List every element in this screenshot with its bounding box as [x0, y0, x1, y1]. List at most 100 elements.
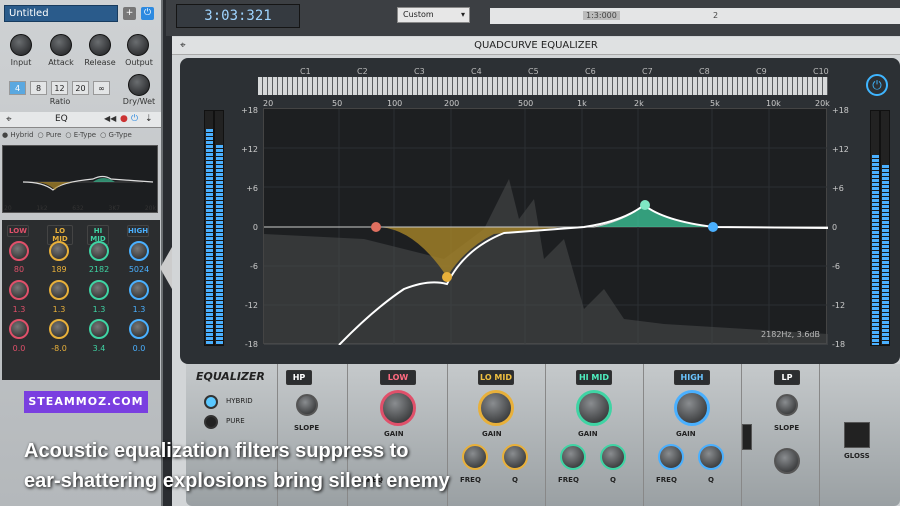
record-icon[interactable]: ● — [120, 114, 128, 124]
himid-freq-knob[interactable] — [89, 241, 109, 261]
preset-select[interactable]: Custom ▾ — [397, 7, 470, 23]
gloss-label: GLOSS — [844, 452, 870, 460]
high-gain-knob[interactable] — [129, 319, 149, 339]
freq-tick-label: 100 — [387, 99, 403, 108]
output-knob[interactable] — [127, 34, 149, 56]
lomid-q-value: 1.3 — [52, 305, 66, 314]
freq-tick-label: 20 — [263, 99, 274, 108]
low-q-knob[interactable] — [9, 280, 29, 300]
input-label: Input — [10, 58, 32, 67]
high-freq-value: 5024 — [128, 265, 150, 274]
lp-freq-knob[interactable] — [774, 448, 800, 474]
eq-curve-svg — [264, 109, 829, 346]
himid-band-node[interactable] — [640, 200, 650, 210]
eq-type-gtype[interactable]: ○ G-Type — [100, 131, 132, 143]
high-q-knob[interactable] — [698, 444, 724, 470]
eq-slider-handle[interactable] — [742, 424, 752, 450]
collapse-icon[interactable]: ⌖ — [6, 114, 12, 125]
low-gain-knob[interactable] — [9, 319, 29, 339]
ratio-button-4[interactable]: 4 — [9, 81, 26, 95]
high-freq-knob[interactable] — [129, 241, 149, 261]
collapse-icon[interactable]: ⌖ — [180, 40, 186, 51]
high-q-value: 1.3 — [132, 305, 146, 314]
low-freq-knob[interactable] — [9, 241, 29, 261]
low-gain-knob[interactable] — [380, 390, 416, 426]
plugin-title: QUADCURVE EQUALIZER — [172, 37, 900, 55]
freq-tick-label: 5k — [710, 99, 720, 108]
hybrid-mode-radio[interactable] — [204, 395, 218, 409]
gloss-toggle[interactable] — [844, 422, 870, 448]
hp-slope-label: SLOPE — [294, 424, 320, 432]
ratio-button-20[interactable]: 20 — [72, 81, 89, 95]
himid-gain-knob[interactable] — [89, 319, 109, 339]
attack-knob[interactable] — [50, 34, 72, 56]
lomid-gain-knob[interactable] — [49, 319, 69, 339]
high-q-label: Q — [708, 476, 714, 484]
eq-type-hybrid[interactable]: ● Hybrid — [2, 131, 33, 143]
low-freq-value: 80 — [13, 265, 25, 274]
release-knob[interactable] — [89, 34, 111, 56]
hp-button[interactable]: HP — [286, 370, 312, 385]
low-band-node[interactable] — [371, 222, 381, 232]
lp-button[interactable]: LP — [774, 370, 800, 385]
ratio-button-12[interactable]: 12 — [51, 81, 68, 95]
high-q-knob[interactable] — [129, 280, 149, 300]
lomid-q-knob[interactable] — [49, 280, 69, 300]
octave-label: C8 — [699, 67, 710, 76]
ratio-button-inf[interactable]: ∞ — [93, 81, 110, 95]
cursor-readout: 2182Hz, 3.6dB — [761, 330, 820, 339]
input-knob[interactable] — [10, 34, 32, 56]
high-freq-label: FREQ — [656, 476, 677, 484]
chevron-down-icon: ▾ — [460, 10, 465, 19]
eq-type-etype[interactable]: ○ E-Type — [65, 131, 96, 143]
low-gain-value: 0.0 — [12, 344, 26, 353]
pure-label: PURE — [226, 417, 245, 425]
himid-freq-value: 2182 — [88, 265, 110, 274]
lp-slope-knob[interactable] — [776, 394, 798, 416]
eq-label: EQ — [55, 114, 68, 124]
freq-tick-label: 500 — [518, 99, 534, 108]
lomid-band-button[interactable]: LO MID — [478, 370, 514, 385]
db-tick-left: -18 — [244, 340, 258, 349]
octave-label: C10 — [813, 67, 829, 76]
himid-gain-knob[interactable] — [576, 390, 612, 426]
drywet-knob[interactable] — [128, 74, 150, 96]
himid-q-knob[interactable] — [89, 280, 109, 300]
power-icon[interactable]: ⏻ — [141, 7, 154, 20]
eq-curve-graph[interactable]: 2182Hz, 3.6dB — [263, 108, 829, 346]
eq-type-pure[interactable]: ○ Pure — [37, 131, 61, 143]
time-display[interactable]: 3:03:321 — [176, 4, 300, 28]
himid-q-knob[interactable] — [600, 444, 626, 470]
timeline-ruler[interactable]: 1:3:000 2 — [490, 8, 900, 24]
freq-tick-label: 1k — [577, 99, 587, 108]
pure-mode-radio[interactable] — [204, 415, 218, 429]
high-band-node[interactable] — [708, 222, 718, 232]
high-gain-knob[interactable] — [674, 390, 710, 426]
himid-band-button[interactable]: HI MID — [576, 370, 612, 385]
piano-keyboard[interactable] — [258, 77, 828, 95]
lomid-gain-knob[interactable] — [478, 390, 514, 426]
hp-slope-knob[interactable] — [296, 394, 318, 416]
lomid-freq-knob[interactable] — [49, 241, 69, 261]
lp-slope-label: SLOPE — [774, 424, 800, 432]
high-freq-knob[interactable] — [658, 444, 684, 470]
low-q-value: 1.3 — [12, 305, 26, 314]
ratio-label: Ratio — [49, 97, 71, 106]
prev-next-icon[interactable]: ◀◀ — [104, 114, 116, 123]
high-band-button[interactable]: HIGH — [674, 370, 710, 385]
menu-icon[interactable]: ⇣ — [145, 114, 153, 124]
ratio-button-8[interactable]: 8 — [30, 81, 47, 95]
release-label: Release — [84, 58, 116, 67]
db-tick-right: +6 — [832, 184, 844, 193]
low-band-button[interactable]: LOW — [380, 370, 416, 385]
mini-eq-graph[interactable] — [2, 145, 158, 213]
caption-line-1: Acoustic equalization filters suppress t… — [24, 440, 409, 462]
eq-type-selector: ● Hybrid ○ Pure ○ E-Type ○ G-Type — [2, 131, 162, 143]
power-icon[interactable]: ⏻ — [131, 114, 138, 124]
power-icon[interactable]: ⏻ — [866, 74, 888, 96]
preset-name-field[interactable]: Untitled — [4, 5, 118, 22]
high-gain-label: GAIN — [676, 430, 696, 438]
attack-label: Attack — [48, 58, 74, 67]
add-icon[interactable]: + — [123, 7, 136, 20]
lomid-band-node[interactable] — [442, 272, 452, 282]
